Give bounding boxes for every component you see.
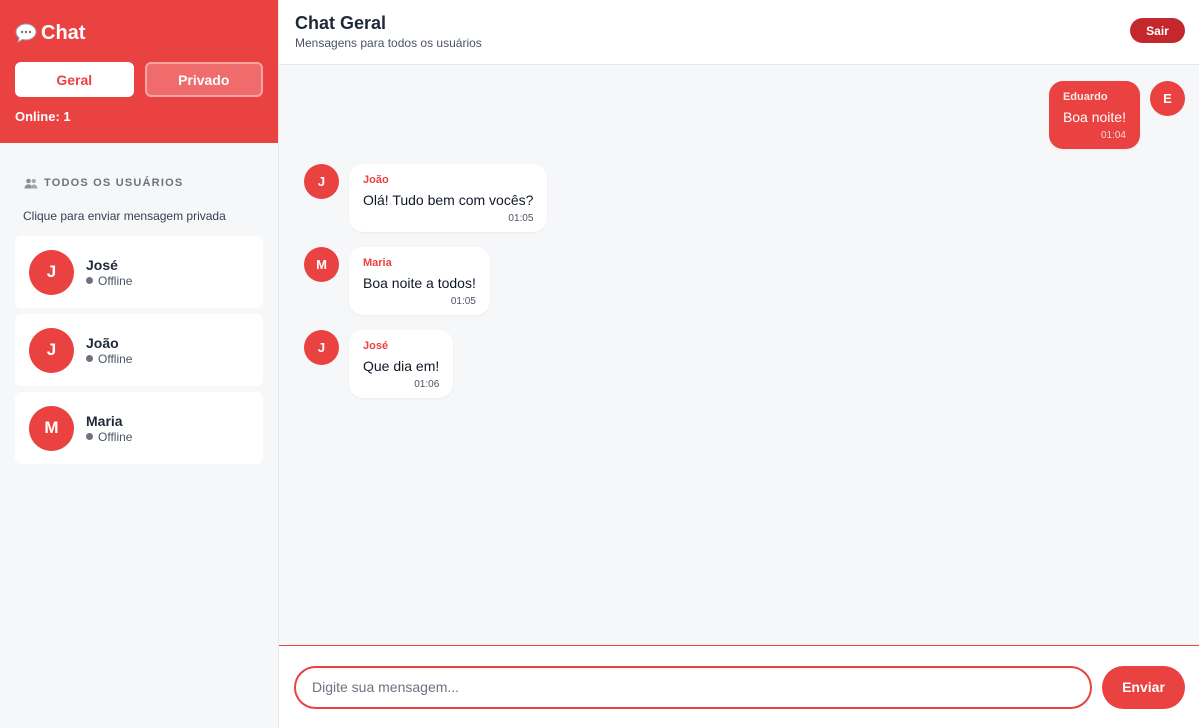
message-time: 01:05 bbox=[508, 213, 534, 224]
avatar: M bbox=[304, 247, 339, 282]
people-icon bbox=[24, 178, 38, 189]
user-info: João Offline bbox=[86, 335, 132, 366]
page-subtitle: Mensagens para todos os usuários bbox=[295, 36, 482, 50]
user-name: João bbox=[86, 334, 119, 351]
users-section: TODOS OS USUÁRIOS Clique para enviar men… bbox=[0, 143, 278, 464]
status-dot-icon bbox=[86, 433, 93, 440]
speech-bubble-icon bbox=[15, 23, 37, 43]
message-text: Olá! Tudo bem com vocês? bbox=[363, 192, 534, 208]
message-input[interactable] bbox=[294, 665, 1092, 709]
mode-tabs: Geral Privado bbox=[15, 62, 263, 97]
chat-main: Chat Geral Mensagens para todos os usuár… bbox=[279, 0, 1199, 728]
message-time: 01:06 bbox=[414, 379, 440, 390]
chat-title-block: Chat Geral Mensagens para todos os usuár… bbox=[295, 13, 482, 50]
message-row: J João Olá! Tudo bem com vocês? 01:05 bbox=[304, 164, 1185, 232]
sidebar: Chat Geral Privado Online: 1 TODOS OS US… bbox=[0, 0, 279, 728]
message-text: Boa noite! bbox=[1062, 109, 1126, 125]
chat-header: Chat Geral Mensagens para todos os usuár… bbox=[279, 0, 1199, 65]
user-name: José bbox=[86, 256, 118, 273]
message-sender: José bbox=[363, 340, 389, 352]
user-status: Offline bbox=[86, 430, 132, 444]
status-dot-icon bbox=[86, 277, 93, 284]
message-bubble: Eduardo Boa noite! 01:04 bbox=[1048, 81, 1140, 149]
logout-button[interactable]: Sair bbox=[1130, 18, 1185, 43]
user-name: Maria bbox=[86, 412, 123, 429]
status-dot-icon bbox=[86, 355, 93, 362]
online-count: Online: 1 bbox=[15, 109, 71, 124]
message-text: Que dia em! bbox=[363, 358, 440, 374]
message-row: M Maria Boa noite a todos! 01:05 bbox=[304, 247, 1185, 315]
user-status: Offline bbox=[86, 274, 132, 288]
message-row: Eduardo Boa noite! 01:04 E bbox=[304, 81, 1185, 149]
user-status-label: Offline bbox=[98, 351, 133, 366]
user-info: Maria Offline bbox=[86, 413, 132, 444]
message-text: Boa noite a todos! bbox=[363, 275, 476, 291]
avatar: J bbox=[304, 164, 339, 199]
avatar: J bbox=[29, 249, 74, 295]
user-info: José Offline bbox=[86, 257, 132, 288]
avatar: J bbox=[29, 327, 74, 373]
user-list: J José Offline J João Offline M Maria Of… bbox=[15, 236, 263, 464]
message-sender: Eduardo bbox=[1062, 91, 1108, 103]
message-bubble: Maria Boa noite a todos! 01:05 bbox=[349, 247, 490, 315]
message-composer: Enviar bbox=[279, 645, 1199, 728]
brand-label: Chat bbox=[41, 21, 86, 44]
message-sender: João bbox=[363, 174, 389, 186]
user-item-jose[interactable]: J José Offline bbox=[15, 236, 263, 308]
sidebar-header: Chat Geral Privado Online: 1 bbox=[0, 0, 278, 143]
users-hint: Clique para enviar mensagem privada bbox=[23, 209, 226, 223]
avatar: M bbox=[29, 405, 74, 451]
avatar: E bbox=[1150, 81, 1185, 116]
user-status-label: Offline bbox=[98, 273, 133, 288]
message-row: J José Que dia em! 01:06 bbox=[304, 330, 1185, 398]
users-section-title: TODOS OS USUÁRIOS bbox=[15, 177, 263, 189]
user-status: Offline bbox=[86, 352, 132, 366]
message-list: Eduardo Boa noite! 01:04 E J João Olá! T… bbox=[279, 65, 1199, 645]
message-sender: Maria bbox=[363, 257, 392, 269]
send-button[interactable]: Enviar bbox=[1102, 665, 1185, 709]
message-bubble: José Que dia em! 01:06 bbox=[349, 330, 454, 398]
brand: Chat bbox=[15, 20, 263, 46]
user-status-label: Offline bbox=[98, 429, 133, 444]
message-time: 01:04 bbox=[1100, 130, 1126, 141]
users-section-label: TODOS OS USUÁRIOS bbox=[44, 177, 184, 189]
tab-geral[interactable]: Geral bbox=[15, 62, 134, 97]
user-item-maria[interactable]: M Maria Offline bbox=[15, 392, 263, 464]
avatar: J bbox=[304, 330, 339, 365]
user-item-joao[interactable]: J João Offline bbox=[15, 314, 263, 386]
tab-privado[interactable]: Privado bbox=[144, 62, 263, 97]
message-bubble: João Olá! Tudo bem com vocês? 01:05 bbox=[349, 164, 548, 232]
message-time: 01:05 bbox=[450, 296, 476, 307]
page-title: Chat Geral bbox=[295, 13, 387, 33]
